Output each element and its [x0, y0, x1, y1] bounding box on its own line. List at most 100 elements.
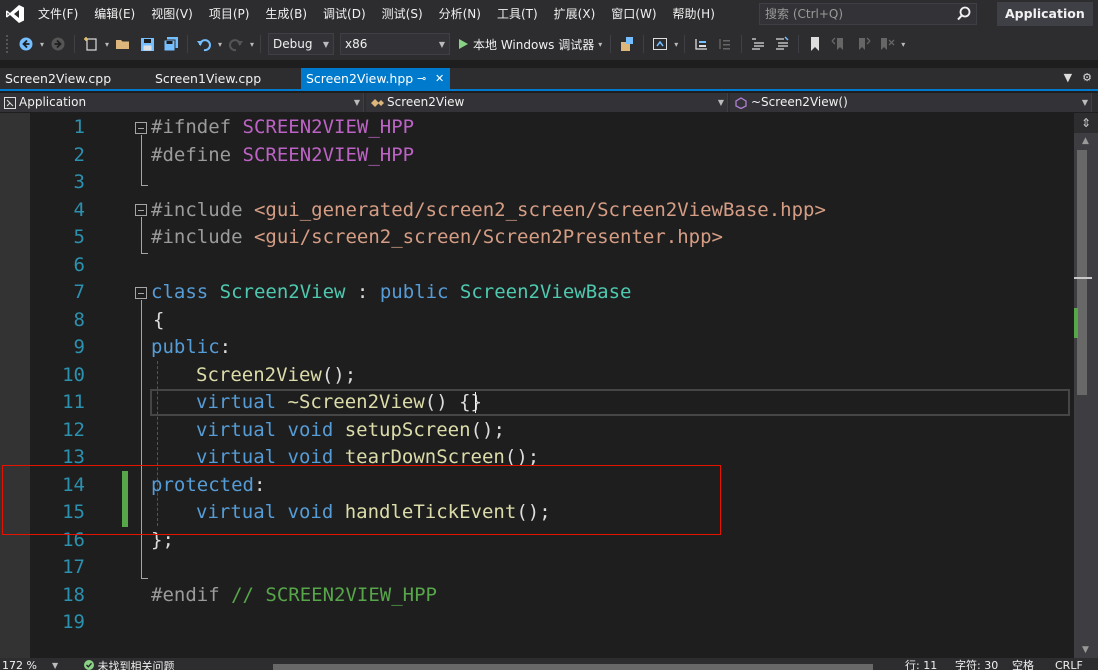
line-number: 19 [62, 611, 85, 633]
menu-file[interactable]: 文件(F) [30, 0, 86, 28]
new-dropdown-icon[interactable]: ▾ [103, 40, 111, 49]
toolbar-separator [74, 35, 75, 53]
zoom-dropdown-icon[interactable]: ▼ [52, 660, 58, 670]
outline-end [141, 253, 148, 254]
step-over-icon[interactable] [690, 33, 712, 55]
menu-window[interactable]: 窗口(W) [603, 0, 664, 28]
navigation-bar: Application ▼ Screen2View ▼ ~Screen2View… [0, 93, 1098, 112]
outline-end [141, 578, 148, 579]
browser-dropdown-icon[interactable]: ▾ [672, 40, 680, 49]
zoom-level[interactable]: 172 % [2, 660, 37, 670]
clear-bookmarks-icon[interactable] [876, 33, 898, 55]
scroll-up-icon[interactable]: ▲ [1082, 136, 1089, 146]
scope-dropdown[interactable]: Screen2View ▼ [366, 93, 728, 112]
menu-extensions[interactable]: 扩展(X) [546, 0, 604, 28]
solution-title: Application [997, 2, 1093, 26]
toolbar-options-icon[interactable]: ▾ [899, 40, 907, 49]
comment-out-icon[interactable] [771, 33, 793, 55]
toolbar-separator [260, 35, 261, 53]
issues-label: 未找到相关问题 [97, 660, 175, 670]
scrollbar-thumb[interactable] [1077, 150, 1087, 395]
save-icon[interactable] [136, 33, 158, 55]
tab-screen1view-cpp[interactable]: Screen1View.cpp [150, 68, 300, 91]
menu-view[interactable]: 视图(V) [143, 0, 201, 28]
previous-bookmark-icon[interactable] [828, 33, 850, 55]
back-dropdown-icon[interactable]: ▾ [38, 40, 46, 49]
char-indicator: 字符: 30 [955, 659, 999, 670]
code-line-9: public: [151, 336, 232, 358]
chevron-down-icon: ▼ [438, 39, 445, 49]
issues-indicator[interactable]: 未找到相关问题 [84, 660, 175, 670]
standard-toolbar: ▾ ▾ ▾ ▾ Debug ▼ x86 ▼ 本地 Windows 调试器 ▾ ▾… [0, 28, 1098, 60]
redo-icon[interactable] [225, 33, 247, 55]
search-box [759, 3, 977, 25]
platform-value: x86 [345, 37, 368, 51]
code-line-10: Screen2View(); [196, 363, 357, 386]
member-dropdown[interactable]: ~Screen2View() ▼ [730, 93, 1092, 112]
search-icon[interactable] [957, 6, 971, 26]
tab-screen2view-cpp[interactable]: Screen2View.cpp [0, 68, 150, 91]
code-line: 6 [0, 252, 1074, 280]
whitespace-mode[interactable]: 空格 [1012, 660, 1034, 670]
horizontal-scrollbar-thumb[interactable] [273, 664, 873, 670]
code-line-2: #define SCREEN2VIEW_HPP [151, 143, 415, 166]
solution-configuration-dropdown[interactable]: Debug ▼ [268, 33, 334, 55]
toolbar-grip[interactable] [6, 35, 10, 53]
pin-icon[interactable]: ⊸ [417, 68, 426, 90]
run-target-label: 本地 Windows 调试器 [473, 37, 595, 52]
project-name: Application [19, 95, 87, 109]
scroll-down-icon[interactable]: ▼ [1082, 645, 1089, 655]
code-line: 3 [0, 169, 1074, 197]
chevron-down-icon: ▼ [353, 98, 360, 107]
code-line-12: virtual void setupScreen(); [196, 418, 505, 441]
undo-dropdown-icon[interactable]: ▾ [216, 40, 224, 49]
step-into-icon[interactable] [714, 33, 736, 55]
format-document-icon[interactable] [747, 33, 769, 55]
menu-project[interactable]: 项目(P) [201, 0, 258, 28]
start-debugging-button[interactable]: 本地 Windows 调试器 ▾ [453, 33, 606, 55]
bookmark-icon[interactable] [804, 33, 826, 55]
tab-label: Screen2View.cpp [5, 71, 112, 86]
save-all-icon[interactable] [160, 33, 182, 55]
tab-strip-controls: ▼ ⚙ [1064, 71, 1092, 84]
code-line-8: { [153, 308, 165, 331]
settings-gear-icon[interactable]: ⚙ [1082, 71, 1092, 84]
open-folder-icon[interactable] [112, 33, 134, 55]
member-name: ~Screen2View() [751, 95, 848, 109]
search-input[interactable] [765, 7, 945, 21]
code-line-7: class Screen2View : public Screen2ViewBa… [151, 281, 632, 303]
toolbar-separator [187, 35, 188, 53]
toolbar-separator [643, 35, 645, 53]
menu-help[interactable]: 帮助(H) [665, 0, 723, 28]
menu-edit[interactable]: 编辑(E) [86, 0, 143, 28]
line-number: 6 [73, 253, 85, 276]
back-icon[interactable] [15, 33, 37, 55]
solution-platform-dropdown[interactable]: x86 ▼ [340, 33, 450, 55]
menu-debug[interactable]: 调试(D) [315, 0, 374, 28]
menu-analyze[interactable]: 分析(N) [431, 0, 489, 28]
undo-icon[interactable] [193, 33, 215, 55]
tab-list-dropdown-icon[interactable]: ▼ [1064, 71, 1072, 84]
tab-screen2view-hpp[interactable]: Screen2View.hpp ⊸ ✕ [301, 68, 450, 91]
forward-icon[interactable] [47, 33, 69, 55]
code-line-11: virtual ~Screen2View() {} [196, 391, 482, 413]
close-icon[interactable]: ✕ [435, 68, 444, 90]
next-bookmark-icon[interactable] [852, 33, 874, 55]
code-line-1: #ifndef SCREEN2VIEW_HPP [151, 116, 415, 138]
project-dropdown[interactable]: Application ▼ [0, 93, 364, 112]
menu-tools[interactable]: 工具(T) [489, 0, 546, 28]
new-project-icon[interactable] [80, 33, 102, 55]
code-editor[interactable]: 1 2 3 4 5 6 7 8 9 10 11 12 13 14 15 16 1… [0, 113, 1074, 658]
browser-link-icon[interactable] [649, 33, 671, 55]
line-ending[interactable]: CRLF [1055, 660, 1083, 670]
chevron-down-icon: ▼ [322, 39, 329, 49]
split-window-icon[interactable]: ⇕ [1074, 113, 1098, 133]
menu-build[interactable]: 生成(B) [257, 0, 315, 28]
visual-studio-logo-icon[interactable] [0, 0, 30, 28]
code-line-5: #include <gui/screen2_screen/Screen2Pres… [151, 226, 723, 248]
redo-dropdown-icon[interactable]: ▾ [248, 40, 256, 49]
menu-test[interactable]: 测试(S) [374, 0, 431, 28]
attach-process-icon[interactable] [616, 33, 638, 55]
menu-items: 文件(F) 编辑(E) 视图(V) 项目(P) 生成(B) 调试(D) 测试(S… [30, 0, 723, 28]
project-icon [4, 96, 16, 109]
